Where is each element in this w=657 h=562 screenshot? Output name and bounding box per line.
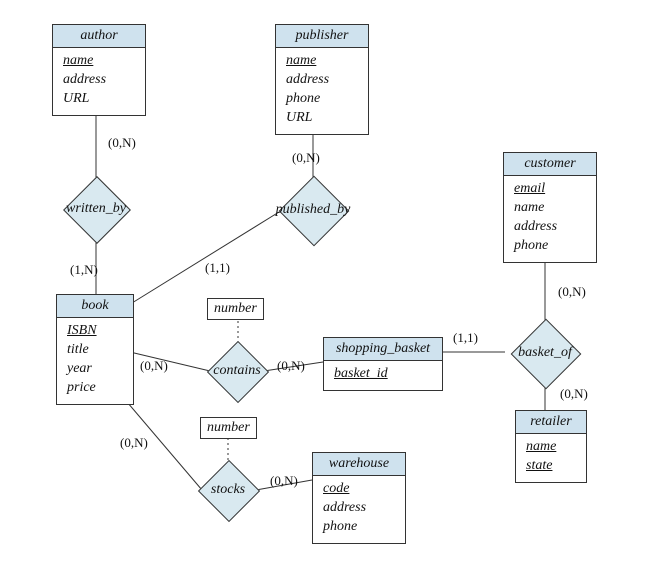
entity-warehouse: warehouse code address phone: [312, 452, 406, 544]
attr: address: [63, 71, 135, 90]
entity-publisher-attrs: name address phone URL: [276, 48, 368, 134]
card-basket-contains: (0,N): [277, 358, 305, 374]
rel-published-by-label: published_by: [270, 175, 356, 245]
entity-shopping-basket: shopping_basket basket_id: [323, 337, 443, 391]
attr: phone: [514, 237, 586, 256]
entity-retailer-attrs: name state: [516, 434, 586, 482]
card-customer-basketof: (0,N): [558, 284, 586, 300]
rel-stocks-label: stocks: [195, 459, 261, 521]
rel-published-by: published_by: [270, 175, 356, 245]
card-author-writtenby: (0,N): [108, 135, 136, 151]
attr: title: [67, 341, 123, 360]
rel-basket-of-label: basket_of: [504, 318, 586, 388]
attr: URL: [63, 90, 135, 109]
attr: address: [286, 71, 358, 90]
attr: email: [514, 180, 586, 199]
entity-customer: customer email name address phone: [503, 152, 597, 263]
entity-customer-title: customer: [504, 153, 596, 176]
attr: URL: [286, 109, 358, 128]
entity-warehouse-title: warehouse: [313, 453, 405, 476]
attr: phone: [323, 518, 395, 537]
entity-book: book ISBN title year price: [56, 294, 134, 405]
attr: code: [323, 480, 395, 499]
attr: name: [63, 52, 135, 71]
card-basket-basketof: (1,1): [453, 330, 478, 346]
attr: ISBN: [67, 322, 123, 341]
entity-shopping-basket-attrs: basket_id: [324, 361, 442, 390]
attr: basket_id: [334, 365, 432, 384]
entity-book-attrs: ISBN title year price: [57, 318, 133, 404]
card-book-stocks: (0,N): [120, 435, 148, 451]
entity-author-title: author: [53, 25, 145, 48]
card-retailer-basketof: (0,N): [560, 386, 588, 402]
card-publisher-publishedby: (0,N): [292, 150, 320, 166]
entity-retailer-title: retailer: [516, 411, 586, 434]
rel-contains: contains: [204, 340, 270, 402]
rel-basket-of: basket_of: [504, 318, 586, 388]
rel-contains-label: contains: [204, 340, 270, 402]
entity-customer-attrs: email name address phone: [504, 176, 596, 262]
attr: name: [514, 199, 586, 218]
attr: state: [526, 457, 576, 476]
attr: address: [514, 218, 586, 237]
rel-written-by: written_by: [63, 176, 129, 242]
card-warehouse-stocks: (0,N): [270, 473, 298, 489]
rel-contains-attr: number: [207, 298, 264, 320]
entity-shopping-basket-title: shopping_basket: [324, 338, 442, 361]
rel-written-by-label: written_by: [63, 176, 129, 242]
entity-author-attrs: name address URL: [53, 48, 145, 115]
entity-author: author name address URL: [52, 24, 146, 116]
entity-retailer: retailer name state: [515, 410, 587, 483]
entity-publisher: publisher name address phone URL: [275, 24, 369, 135]
attr: address: [323, 499, 395, 518]
card-book-writtenby: (1,N): [70, 262, 98, 278]
entity-publisher-title: publisher: [276, 25, 368, 48]
rel-stocks-attr: number: [200, 417, 257, 439]
attr: name: [526, 438, 576, 457]
attr: name: [286, 52, 358, 71]
rel-stocks: stocks: [195, 459, 261, 521]
entity-warehouse-attrs: code address phone: [313, 476, 405, 543]
card-book-contains: (0,N): [140, 358, 168, 374]
attr: year: [67, 360, 123, 379]
attr: price: [67, 379, 123, 398]
entity-book-title: book: [57, 295, 133, 318]
card-book-publishedby: (1,1): [205, 260, 230, 276]
attr: phone: [286, 90, 358, 109]
